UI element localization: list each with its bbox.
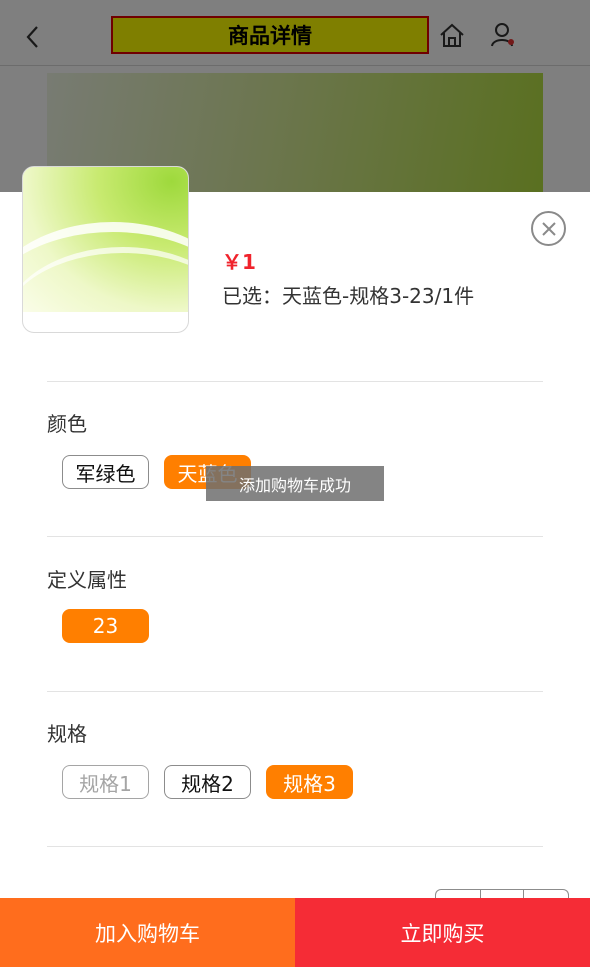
product-price: ￥1 <box>222 250 256 274</box>
divider <box>47 536 543 537</box>
section-label-color: 颜色 <box>47 412 87 436</box>
section-label-custom-attr: 定义属性 <box>47 568 127 592</box>
divider <box>47 381 543 382</box>
option-spec-3[interactable]: 规格3 <box>266 765 353 799</box>
option-23[interactable]: 23 <box>62 609 149 643</box>
option-spec-2[interactable]: 规格2 <box>164 765 251 799</box>
divider <box>47 846 543 847</box>
selected-summary: 已选：天蓝色-规格3-23/1件 <box>222 284 475 308</box>
buy-now-button[interactable]: 立即购买 <box>295 898 590 967</box>
option-army-green[interactable]: 军绿色 <box>62 455 149 489</box>
close-circle-icon <box>541 221 556 236</box>
toast-message: 添加购物车成功 <box>206 466 384 501</box>
sku-selector-sheet: ￥1 已选：天蓝色-规格3-23/1件 颜色 军绿色 天蓝色 定义属性 23 规… <box>0 166 590 967</box>
close-button[interactable] <box>531 211 566 246</box>
add-to-cart-button[interactable]: 加入购物车 <box>0 898 295 967</box>
option-spec-1[interactable]: 规格1 <box>62 765 149 799</box>
bottom-action-bar: 加入购物车 立即购买 <box>0 898 590 967</box>
section-label-spec: 规格 <box>47 722 87 746</box>
divider <box>47 691 543 692</box>
product-thumbnail-image <box>23 167 188 312</box>
product-thumbnail <box>22 166 189 333</box>
